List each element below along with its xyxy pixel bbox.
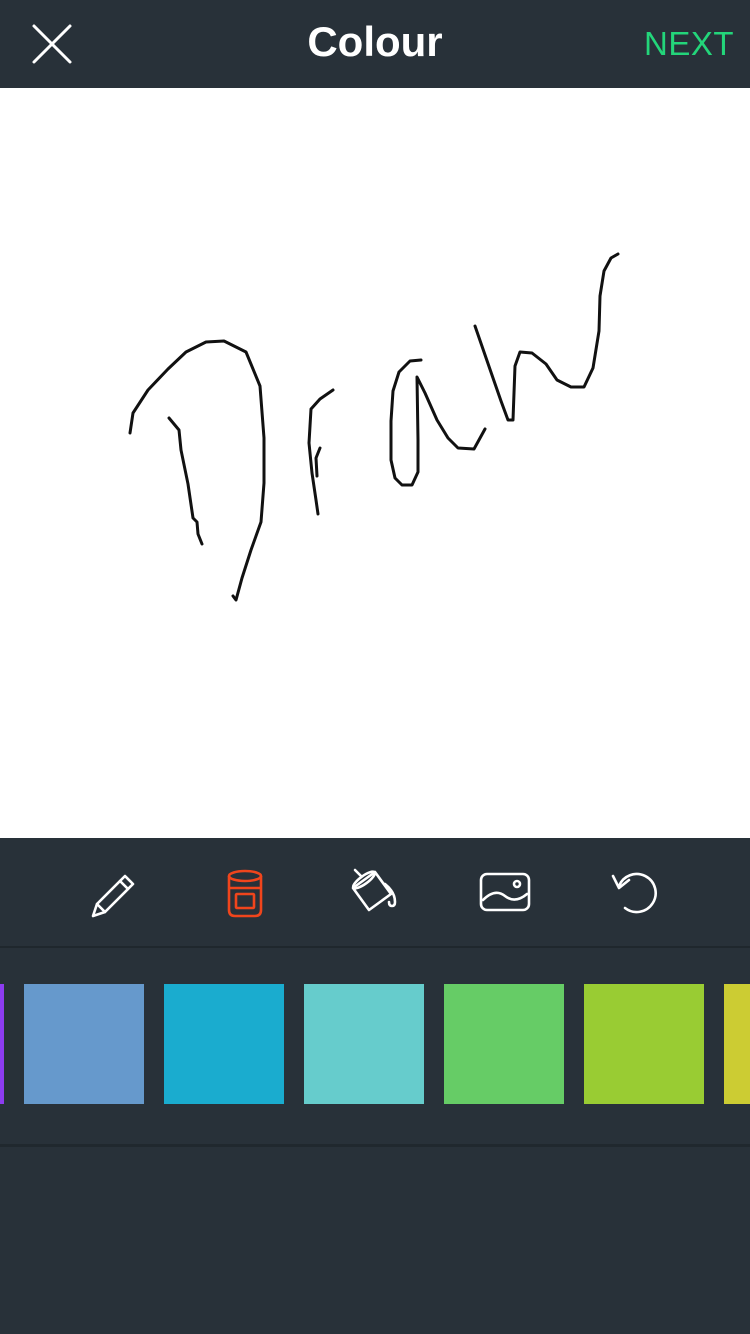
swatch-cyan[interactable] xyxy=(164,984,284,1104)
image-tool-button[interactable] xyxy=(475,862,535,922)
tool-bar xyxy=(0,838,750,948)
paint-pour-icon xyxy=(351,868,397,912)
paint-pour-tool-button[interactable] xyxy=(345,862,405,922)
swatch-steel-blue[interactable] xyxy=(24,984,144,1104)
swatch-purple[interactable] xyxy=(0,984,4,1104)
drawing-canvas[interactable] xyxy=(0,88,750,838)
undo-tool-button[interactable] xyxy=(605,862,665,922)
swatch-yellow[interactable] xyxy=(724,984,750,1104)
paint-bucket-icon xyxy=(227,869,263,918)
paint-bucket-tool-button[interactable] xyxy=(215,862,275,922)
colour-palette[interactable] xyxy=(0,948,750,1147)
page-title: Colour xyxy=(307,18,443,65)
top-bar: Colour NEXT xyxy=(0,0,750,88)
pencil-tool-button[interactable] xyxy=(85,862,145,922)
swatch-turquoise[interactable] xyxy=(304,984,424,1104)
pencil-icon xyxy=(91,874,135,918)
next-button[interactable]: NEXT xyxy=(644,22,734,66)
bottom-area xyxy=(0,1147,750,1334)
swatch-lime[interactable] xyxy=(584,984,704,1104)
image-icon xyxy=(479,872,531,912)
drawing-strokes xyxy=(128,252,620,602)
undo-icon xyxy=(611,872,657,914)
swatch-green[interactable] xyxy=(444,984,564,1104)
